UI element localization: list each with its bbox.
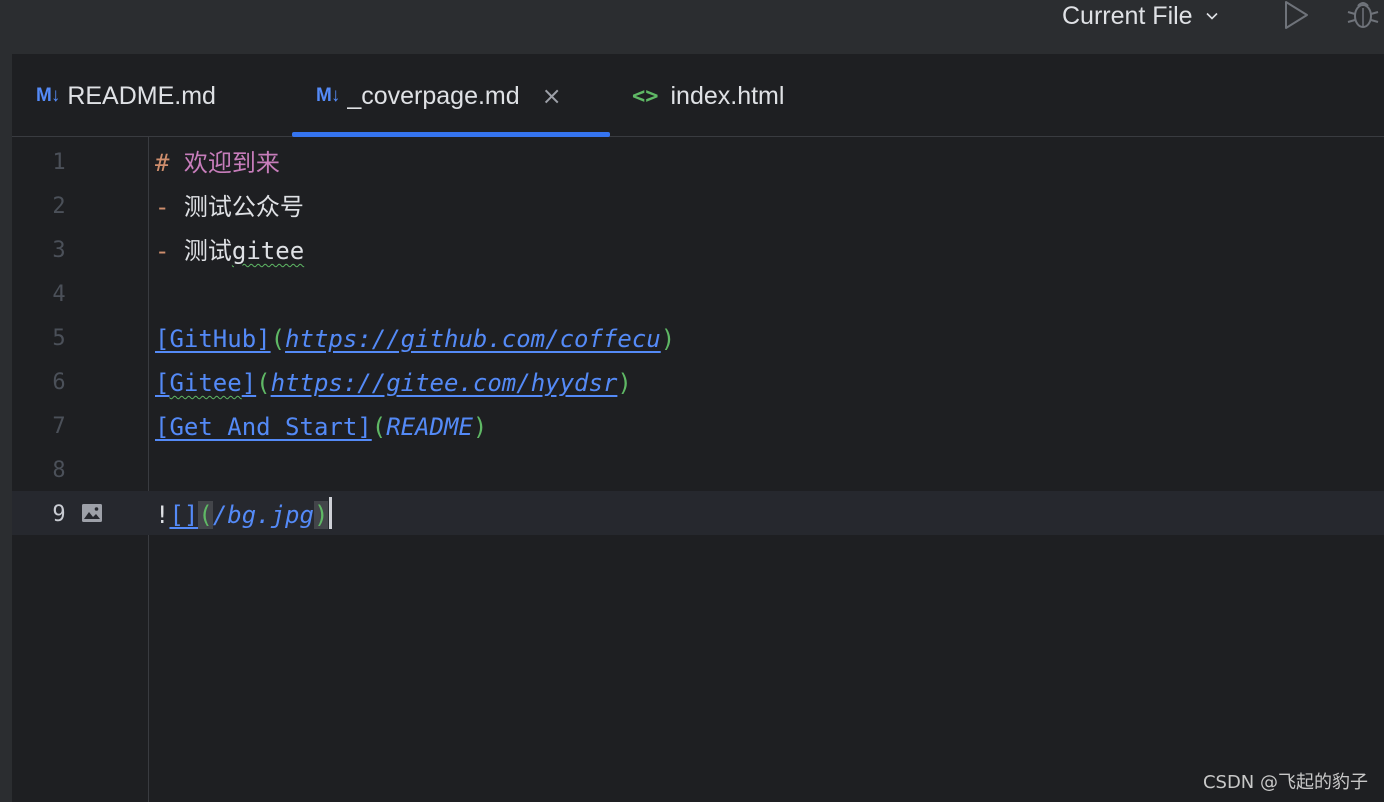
line-content[interactable]: [Gitee](https://gitee.com/hyydsr)	[155, 359, 632, 403]
image-marker: !	[155, 501, 170, 529]
editor-line[interactable]: 8	[12, 447, 1384, 491]
list-marker: -	[155, 237, 170, 265]
tab-coverpage[interactable]: M↓ _coverpage.md ×	[316, 56, 562, 136]
paren: (	[270, 325, 286, 353]
list-item-text: 测试公众号	[183, 193, 304, 221]
link-url[interactable]: README	[386, 413, 473, 441]
link-text-close[interactable]: ]	[242, 369, 256, 397]
editor-line[interactable]: 4	[12, 271, 1384, 315]
line-number: 6	[52, 370, 66, 395]
html-file-icon: <>	[632, 83, 659, 109]
image-preview-icon[interactable]	[82, 504, 102, 522]
link-url[interactable]: https://github.com/coffecu	[285, 325, 661, 353]
line-content[interactable]: # 欢迎到来	[155, 139, 280, 183]
link-url[interactable]: https://gitee.com/hyydsr	[271, 369, 618, 397]
code-editor[interactable]: 1 # 欢迎到来 2 - 测试公众号 3 - 测试gitee 4 5 [GitH…	[12, 137, 1384, 802]
watermark: CSDN @飞起的豹子	[1202, 772, 1368, 793]
link-text[interactable]: [GitHub]	[155, 325, 271, 353]
markdown-icon: M↓	[36, 85, 60, 106]
link-text-open[interactable]: [	[155, 369, 169, 397]
close-icon[interactable]: ×	[542, 82, 562, 110]
editor-line[interactable]: 5 [GitHub](https://github.com/coffecu)	[12, 315, 1384, 359]
editor-line[interactable]: 6 [Gitee](https://gitee.com/hyydsr)	[12, 359, 1384, 403]
debug-icon[interactable]	[1346, 0, 1380, 30]
image-alt-brackets[interactable]: []	[169, 501, 198, 529]
line-content[interactable]: - 测试公众号	[155, 183, 304, 227]
line-number: 2	[52, 194, 66, 219]
editor-tab-bar: M↓ README.md M↓ _coverpage.md × <> index…	[12, 56, 1384, 137]
paren: (	[256, 369, 271, 397]
text-caret	[329, 497, 333, 529]
line-number: 5	[52, 326, 66, 351]
heading-marker: #	[155, 149, 170, 177]
editor-line[interactable]: 7 [Get And Start](README)	[12, 403, 1384, 447]
paren: (	[371, 413, 387, 441]
paren-matched: (	[198, 501, 213, 529]
editor-line[interactable]: 1 # 欢迎到来	[12, 139, 1384, 183]
tab-label: README.md	[67, 81, 216, 110]
editor-line[interactable]: 2 - 测试公众号	[12, 183, 1384, 227]
paren-matched: )	[313, 501, 329, 529]
tab-readme[interactable]: M↓ README.md	[36, 56, 216, 136]
editor-line[interactable]: 3 - 测试gitee	[12, 227, 1384, 271]
markdown-icon: M↓	[316, 85, 340, 106]
line-content[interactable]: - 测试gitee	[155, 227, 304, 271]
paren: )	[472, 413, 488, 441]
list-marker: -	[155, 193, 170, 221]
editor-line-current[interactable]: 9 ![](/bg.jpg)	[12, 491, 1384, 535]
link-text[interactable]: [Get And Start]	[155, 413, 372, 441]
run-configuration-label: Current File	[1062, 1, 1193, 30]
image-url[interactable]: /bg.jpg	[213, 501, 314, 529]
run-configuration-selector[interactable]: Current File	[1062, 0, 1219, 32]
run-icon[interactable]	[1282, 0, 1310, 30]
link-text[interactable]: Gitee	[169, 369, 241, 397]
line-number: 8	[52, 458, 66, 483]
line-content[interactable]: [Get And Start](README)	[155, 403, 487, 447]
spellcheck-word: gitee	[231, 237, 305, 265]
list-item-text: 测试	[183, 237, 232, 265]
chevron-down-icon	[1206, 12, 1218, 20]
paren: )	[617, 369, 632, 397]
line-number: 4	[52, 282, 66, 307]
tab-label: index.html	[670, 81, 785, 110]
line-number: 9	[52, 502, 66, 527]
line-content[interactable]: ![](/bg.jpg)	[155, 491, 333, 535]
line-number: 3	[52, 238, 66, 263]
heading-text: 欢迎到来	[183, 149, 280, 177]
main-toolbar: Current File	[0, 0, 1384, 55]
line-number: 1	[52, 150, 66, 175]
paren: )	[660, 325, 676, 353]
tab-index-html[interactable]: <> index.html	[632, 56, 784, 136]
tool-window-strip	[0, 54, 12, 802]
line-number: 7	[52, 414, 66, 439]
tab-label: _coverpage.md	[347, 81, 520, 110]
line-content[interactable]: [GitHub](https://github.com/coffecu)	[155, 315, 675, 359]
